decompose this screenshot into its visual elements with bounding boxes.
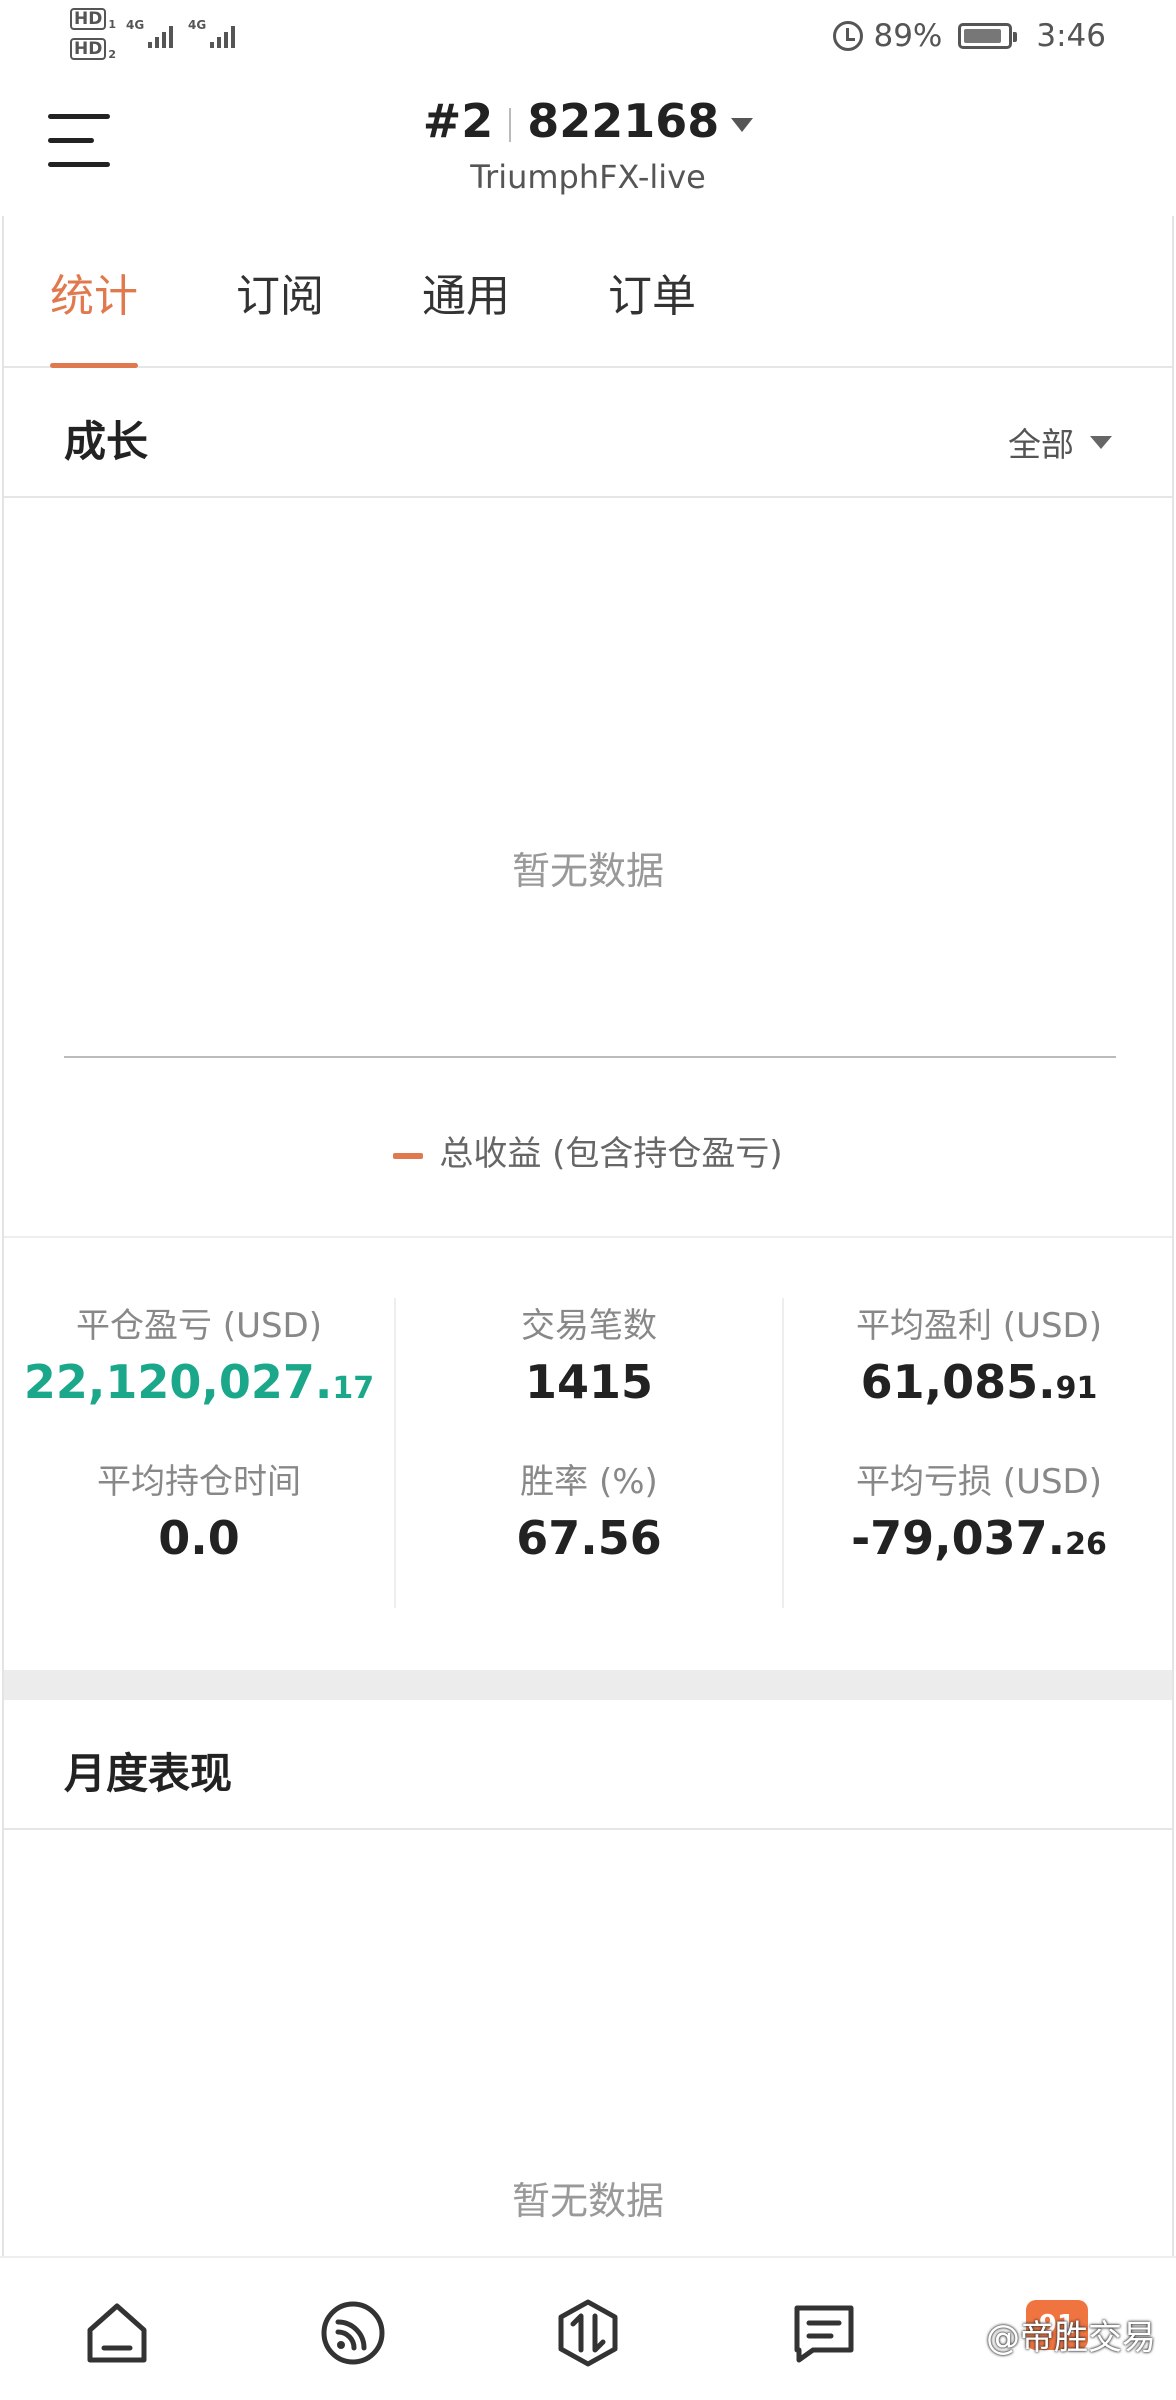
stat-label: 平均持仓时间 <box>97 1462 301 1502</box>
stat-value-main: 1415 <box>524 1355 654 1409</box>
net1-label: 4G <box>126 18 145 32</box>
account-index: #2 <box>422 94 494 148</box>
message-icon[interactable] <box>789 2298 859 2368</box>
stat-value-main: -79,037. <box>851 1511 1066 1565</box>
chevron-down-icon <box>731 117 754 132</box>
title-separator <box>509 107 512 142</box>
legend-label: 总收益 (包含持仓盈亏) <box>439 1134 783 1174</box>
monthly-header: 月度表现 <box>4 1700 1172 1830</box>
stats-column-middle: 交易笔数 1415 胜率 (%) 67.56 <box>394 1298 784 1608</box>
clock: 3:46 <box>1036 18 1106 54</box>
tab-general[interactable]: 通用 <box>422 260 510 368</box>
section-divider <box>4 1670 1172 1700</box>
stat-value: 22,120,027.17 <box>4 1355 394 1409</box>
alarm-icon <box>833 21 864 51</box>
stat-win-rate: 胜率 (%) 67.56 <box>396 1454 782 1565</box>
watermark-text: @帝胜交易 <box>986 2318 1156 2358</box>
stat-value-main: 0.0 <box>158 1511 240 1565</box>
tab-statistics[interactable]: 统计 <box>50 260 138 368</box>
bottom-nav: 91 @帝胜交易 <box>0 2256 1176 2400</box>
tab-bar: 统计 订阅 通用 订单 <box>4 216 1172 368</box>
server-name: TriumphFX-live <box>470 158 706 196</box>
hd1-indicator: HD 1 <box>70 8 116 31</box>
stat-value-decimal: 26 <box>1065 1527 1107 1562</box>
growth-filter-dropdown[interactable]: 全部 <box>1008 418 1112 466</box>
stat-value-main: 67.56 <box>516 1511 662 1565</box>
stat-avg-hold-time: 平均持仓时间 0.0 <box>4 1454 394 1565</box>
hd1-label: HD <box>70 8 107 30</box>
hd2-sub: 2 <box>108 48 116 62</box>
stat-value: -79,037.26 <box>784 1511 1174 1565</box>
account-number: 822168 <box>527 94 720 148</box>
stat-value: 61,085.91 <box>784 1355 1174 1409</box>
stats-column-right: 平均盈利 (USD) 61,085.91 平均亏损 (USD) -79,037.… <box>784 1298 1174 1608</box>
monthly-title: 月度表现 <box>64 1749 233 1798</box>
stat-label: 交易笔数 <box>521 1306 657 1346</box>
growth-header: 成长 全部 <box>4 368 1172 498</box>
tab-subscription[interactable]: 订阅 <box>236 260 324 368</box>
chevron-down-icon <box>1090 435 1112 449</box>
stat-label: 平均盈利 (USD) <box>856 1306 1102 1346</box>
stats-grid: 平仓盈亏 (USD) 22,120,027.17 平均持仓时间 0.0 交易笔数… <box>4 1236 1172 1676</box>
stat-label: 胜率 (%) <box>520 1462 658 1502</box>
battery-percent: 89% <box>873 18 943 54</box>
stat-value: 1415 <box>396 1355 782 1409</box>
monthly-empty-text: 暂无数据 <box>511 2179 664 2223</box>
growth-empty-text: 暂无数据 <box>511 849 664 893</box>
tab-orders[interactable]: 订单 <box>608 260 696 368</box>
growth-filter-value: 全部 <box>1008 425 1074 464</box>
stat-value-decimal: 91 <box>1055 1371 1098 1406</box>
hd2-label: HD <box>70 38 107 60</box>
chart-axis-line <box>64 1056 1116 1058</box>
home-icon[interactable] <box>82 2298 152 2368</box>
system-indicators: 89% 3:46 <box>833 16 1106 56</box>
trade-exchange-icon[interactable] <box>553 2298 623 2368</box>
stat-avg-loss: 平均亏损 (USD) -79,037.26 <box>784 1454 1174 1565</box>
status-bar: HD 1 HD 2 4G 4G 89% 3:46 <box>0 0 1176 72</box>
stat-label: 平均亏损 (USD) <box>856 1462 1102 1502</box>
signal-feed-icon[interactable] <box>318 2298 388 2368</box>
stat-value: 0.0 <box>4 1511 394 1565</box>
stat-value-main: 22,120,027. <box>23 1355 333 1409</box>
stats-column-left: 平仓盈亏 (USD) 22,120,027.17 平均持仓时间 0.0 <box>4 1298 394 1608</box>
stat-value: 67.56 <box>396 1511 782 1565</box>
growth-title: 成长 <box>64 417 149 466</box>
battery-icon <box>958 23 1018 49</box>
stat-closed-pnl: 平仓盈亏 (USD) 22,120,027.17 <box>4 1298 394 1409</box>
stat-trade-count: 交易笔数 1415 <box>396 1298 782 1409</box>
app-screen: HD 1 HD 2 4G 4G 89% 3:46 #2 822168 Trium… <box>0 0 1176 2400</box>
stat-label: 平仓盈亏 (USD) <box>76 1306 322 1346</box>
hd2-indicator: HD 2 <box>70 38 116 61</box>
growth-legend: 总收益 (包含持仓盈亏) <box>4 1126 1172 1175</box>
stat-avg-profit: 平均盈利 (USD) 61,085.91 <box>784 1298 1174 1409</box>
net2-label: 4G <box>188 18 207 32</box>
hd1-sub: 1 <box>108 18 116 32</box>
app-header: #2 822168 TriumphFX-live <box>0 72 1176 216</box>
stat-value-decimal: 17 <box>332 1371 375 1406</box>
legend-swatch <box>393 1152 424 1159</box>
content-panel: 统计 订阅 通用 订单 成长 全部 暂无数据 总收益 (包含持仓盈亏) 平仓盈亏… <box>2 216 1174 2256</box>
account-selector[interactable]: #2 822168 <box>0 94 1176 148</box>
stat-value-main: 61,085. <box>860 1355 1056 1409</box>
network-indicators: HD 1 HD 2 4G 4G <box>70 8 260 68</box>
